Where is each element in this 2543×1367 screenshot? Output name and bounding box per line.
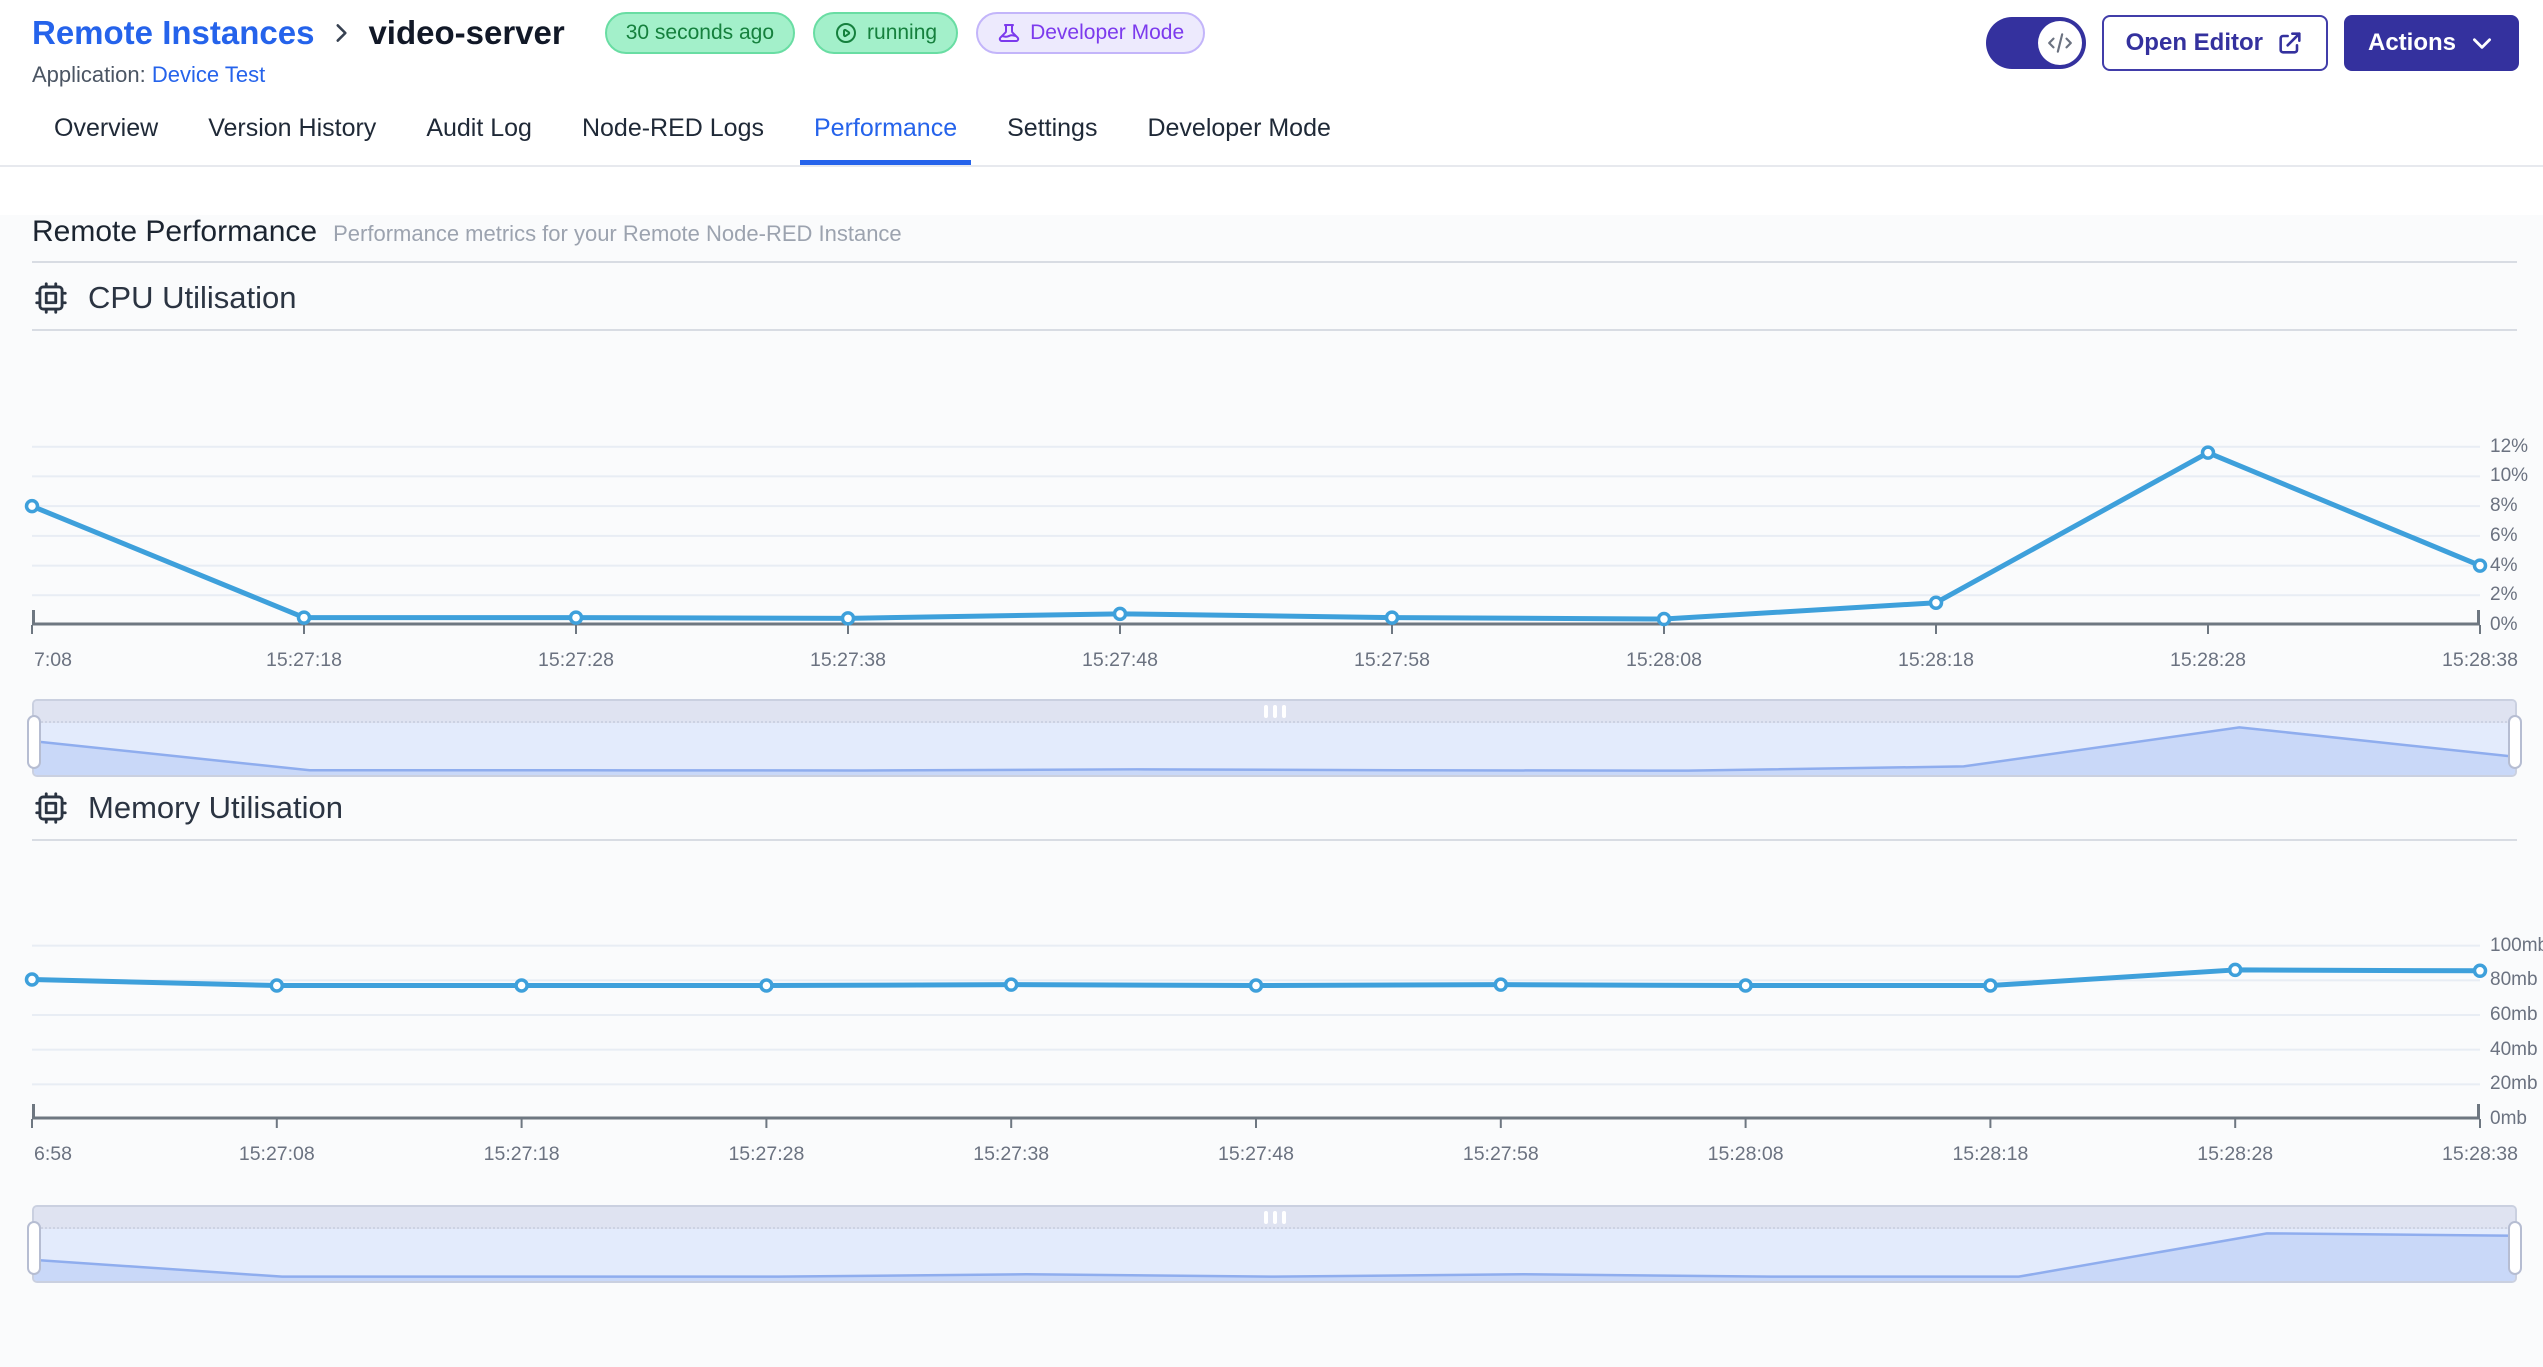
grip-icon bbox=[1281, 704, 1286, 718]
developer-mode-badge: Developer Mode bbox=[976, 12, 1206, 54]
memory-x-axis-labels: 6:58 15:27:08 15:27:18 15:27:28 15:27:38 15:2… bbox=[34, 1143, 2518, 1165]
performance-panel: Remote Performance Performance metrics f… bbox=[0, 215, 2543, 1367]
tab-bar: Overview Version History Audit Log Node-… bbox=[0, 100, 2543, 167]
top-bar: Remote Instances video-server 30 seconds… bbox=[0, 0, 2543, 88]
section-header: Remote Performance Performance metrics f… bbox=[32, 215, 2543, 249]
cpu-chart: 0% 2% 4% 6% 8% 10% 12% 7:08 15:27:18 15:27:28 15:… bbox=[24, 417, 2543, 677]
tab-performance[interactable]: Performance bbox=[799, 100, 972, 165]
application-link[interactable]: Device Test bbox=[152, 62, 265, 87]
breadcrumb: Remote Instances video-server 30 seconds… bbox=[32, 12, 1206, 54]
cpu-brush-right-handle[interactable] bbox=[2508, 715, 2522, 769]
cpu-chart-canvas bbox=[24, 417, 2488, 637]
tab-version-history[interactable]: Version History bbox=[206, 100, 378, 165]
divider bbox=[32, 261, 2517, 263]
grip-icon bbox=[1263, 704, 1268, 718]
grip-icon bbox=[1281, 1210, 1286, 1224]
cpu-brush-minichart[interactable] bbox=[34, 723, 2515, 775]
memory-range-brush[interactable] bbox=[27, 1205, 2522, 1283]
tab-node-red-logs[interactable]: Node-RED Logs bbox=[580, 100, 766, 165]
page-subtitle: Performance metrics for your Remote Node… bbox=[333, 221, 902, 246]
status-badges: 30 seconds ago running Developer Mode bbox=[604, 12, 1206, 54]
divider bbox=[32, 839, 2517, 841]
cpu-brush-left-handle[interactable] bbox=[27, 715, 41, 769]
application-row: Application: Device Test bbox=[32, 62, 1205, 88]
cpu-brush-drag-bar[interactable] bbox=[34, 701, 2515, 723]
running-status-badge: running bbox=[813, 12, 959, 54]
actions-button[interactable]: Actions bbox=[2343, 15, 2519, 71]
cpu-y-axis-labels: 0% 2% 4% 6% 8% 10% 12% bbox=[2490, 435, 2529, 635]
memory-chart-title-row: Memory Utilisation bbox=[32, 789, 2543, 827]
memory-brush-left-handle[interactable] bbox=[27, 1221, 41, 1275]
chevron-right-icon bbox=[328, 20, 354, 46]
memory-brush-drag-bar[interactable] bbox=[34, 1207, 2515, 1229]
tab-overview[interactable]: Overview bbox=[52, 100, 160, 165]
play-circle-icon bbox=[834, 21, 858, 45]
chevron-down-icon bbox=[2469, 30, 2495, 56]
divider bbox=[32, 329, 2517, 331]
cpu-range-brush[interactable] bbox=[27, 699, 2522, 777]
open-editor-button[interactable]: Open Editor bbox=[2101, 15, 2328, 71]
grip-icon bbox=[1272, 704, 1277, 718]
memory-brush-minichart[interactable] bbox=[34, 1229, 2515, 1281]
chip-icon bbox=[32, 789, 70, 827]
code-icon bbox=[2047, 30, 2073, 56]
cpu-x-axis-labels: 7:08 15:27:18 15:27:28 15:27:38 15:27:48 15:2… bbox=[34, 649, 2518, 671]
application-label: Application: bbox=[32, 62, 146, 87]
memory-chart-canvas bbox=[24, 911, 2488, 1131]
grip-icon bbox=[1263, 1210, 1268, 1224]
beaker-icon bbox=[997, 21, 1021, 45]
tab-developer-mode[interactable]: Developer Mode bbox=[1145, 100, 1332, 165]
memory-chart-title: Memory Utilisation bbox=[88, 790, 343, 825]
top-bar-left: Remote Instances video-server 30 seconds… bbox=[32, 12, 1206, 88]
top-bar-actions: Open Editor Actions bbox=[1985, 12, 2519, 71]
cpu-chart-title-row: CPU Utilisation bbox=[32, 279, 2543, 317]
cpu-chart-title: CPU Utilisation bbox=[88, 280, 297, 315]
tab-settings[interactable]: Settings bbox=[1005, 100, 1099, 165]
grip-icon bbox=[1272, 1210, 1277, 1224]
tab-audit-log[interactable]: Audit Log bbox=[424, 100, 534, 165]
memory-brush-right-handle[interactable] bbox=[2508, 1221, 2522, 1275]
developer-mode-toggle[interactable] bbox=[1985, 17, 2086, 69]
instance-name: video-server bbox=[368, 14, 565, 51]
memory-y-axis-labels: 0mb 20mb 40mb 60mb 80mb 100mb bbox=[2490, 934, 2543, 1129]
chip-icon bbox=[32, 279, 70, 317]
last-seen-badge: 30 seconds ago bbox=[604, 12, 796, 54]
page-title: Remote Performance bbox=[32, 215, 318, 248]
toggle-knob[interactable] bbox=[2037, 21, 2082, 65]
external-link-icon bbox=[2276, 29, 2304, 57]
memory-chart: 0mb 20mb 40mb 60mb 80mb 100mb 6:58 15:27:08 15:… bbox=[24, 911, 2543, 1171]
breadcrumb-parent-link[interactable]: Remote Instances bbox=[32, 14, 314, 52]
